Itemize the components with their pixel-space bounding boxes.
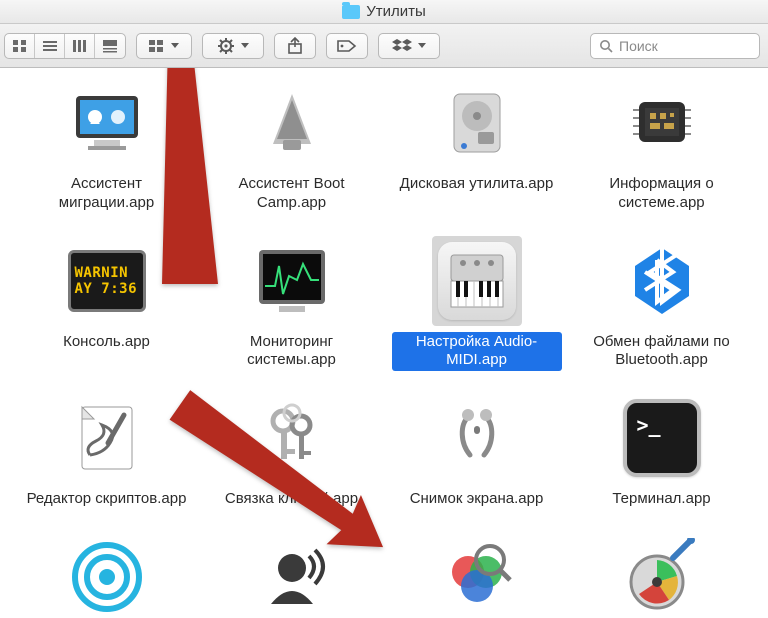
- bluetooth-exchange-icon: [623, 242, 701, 320]
- app-activity-monitor[interactable]: Мониторинг системы.app: [199, 236, 384, 372]
- app-system-info[interactable]: Информация о системе.app: [569, 78, 754, 214]
- app-label: Информация о системе.app: [577, 174, 747, 214]
- grab-icon: [438, 399, 516, 477]
- app-label: Мониторинг системы.app: [207, 332, 377, 372]
- app-label: Обмен файлами по Bluetooth.app: [577, 332, 747, 372]
- view-columns[interactable]: [65, 34, 95, 58]
- app-label: Консоль.app: [59, 332, 154, 353]
- search-input[interactable]: Поиск: [590, 33, 760, 59]
- dropbox-button[interactable]: [378, 33, 440, 59]
- app-terminal[interactable]: >_ Терминал.app: [569, 393, 754, 510]
- app-label: Редактор скриптов.app: [23, 489, 191, 510]
- app-label: Терминал.app: [608, 489, 714, 510]
- digital-color-meter-icon: [623, 538, 701, 616]
- folder-name: Утилиты: [366, 3, 426, 20]
- view-icon-grid[interactable]: [5, 34, 35, 58]
- finder-window: Утилиты: [0, 0, 768, 618]
- app-label: Ассистент Boot Camp.app: [207, 174, 377, 214]
- app-audio-midi[interactable]: Настройка Audio-MIDI.app: [384, 236, 569, 372]
- console-text-1: WARNIN: [75, 265, 129, 281]
- search-icon: [599, 39, 613, 53]
- app-migration-assistant[interactable]: Ассистент миграции.app: [14, 78, 199, 214]
- action-button[interactable]: [202, 33, 264, 59]
- titlebar: Утилиты: [0, 0, 768, 24]
- search-placeholder: Поиск: [619, 38, 658, 54]
- chevron-down-icon: [171, 43, 179, 48]
- app-colorsync[interactable]: [384, 532, 569, 618]
- chevron-down-icon: [418, 43, 426, 48]
- terminal-prompt: >_: [637, 413, 661, 437]
- app-console[interactable]: WARNIN AY 7:36 Консоль.app: [14, 236, 199, 372]
- toolbar: Поиск: [0, 24, 768, 68]
- app-label: Связка ключей.app: [221, 489, 362, 510]
- app-label: Снимок экрана.app: [406, 489, 548, 510]
- app-grab[interactable]: Снимок экрана.app: [384, 393, 569, 510]
- disk-utility-icon: [438, 84, 516, 162]
- app-label: Настройка Audio-MIDI.app: [392, 332, 562, 372]
- app-label: Ассистент миграции.app: [22, 174, 192, 214]
- content-area: Ассистент миграции.app Ассистент Boot Ca…: [0, 68, 768, 618]
- app-boot-camp[interactable]: Ассистент Boot Camp.app: [199, 78, 384, 214]
- airport-utility-icon: [68, 538, 146, 616]
- view-mode-segment: [4, 33, 126, 59]
- app-digital-color-meter[interactable]: [569, 532, 754, 618]
- app-script-editor[interactable]: Редактор скриптов.app: [14, 393, 199, 510]
- activity-monitor-icon: [253, 242, 331, 320]
- titlebar-folder[interactable]: Утилиты: [342, 3, 426, 20]
- folder-icon: [342, 5, 360, 19]
- share-button[interactable]: [274, 33, 316, 59]
- app-airport-utility[interactable]: [14, 532, 199, 618]
- app-bluetooth-exchange[interactable]: Обмен файлами по Bluetooth.app: [569, 236, 754, 372]
- chevron-down-icon: [241, 43, 249, 48]
- system-info-icon: [623, 84, 701, 162]
- dropbox-icon: [392, 38, 412, 54]
- console-text-2: AY 7:36: [75, 281, 138, 297]
- view-coverflow[interactable]: [95, 34, 125, 58]
- arrange-icon: [149, 39, 165, 53]
- console-icon: WARNIN AY 7:36: [68, 250, 146, 312]
- arrange-button[interactable]: [136, 33, 192, 59]
- terminal-icon: >_: [623, 399, 701, 477]
- tag-icon: [337, 39, 357, 53]
- app-voiceover-utility[interactable]: [199, 532, 384, 618]
- app-disk-utility[interactable]: Дисковая утилита.app: [384, 78, 569, 214]
- colorsync-icon: [438, 538, 516, 616]
- keychain-icon: [253, 399, 331, 477]
- migration-assistant-icon: [68, 84, 146, 162]
- tags-button[interactable]: [326, 33, 368, 59]
- boot-camp-icon: [253, 84, 331, 162]
- app-keychain[interactable]: Связка ключей.app: [199, 393, 384, 510]
- script-editor-icon: [68, 399, 146, 477]
- icon-grid: Ассистент миграции.app Ассистент Boot Ca…: [0, 68, 768, 618]
- view-list[interactable]: [35, 34, 65, 58]
- voiceover-utility-icon: [253, 538, 331, 616]
- gear-icon: [217, 38, 235, 54]
- audio-midi-icon: [438, 242, 516, 320]
- app-label: Дисковая утилита.app: [396, 174, 558, 195]
- share-icon: [287, 37, 303, 55]
